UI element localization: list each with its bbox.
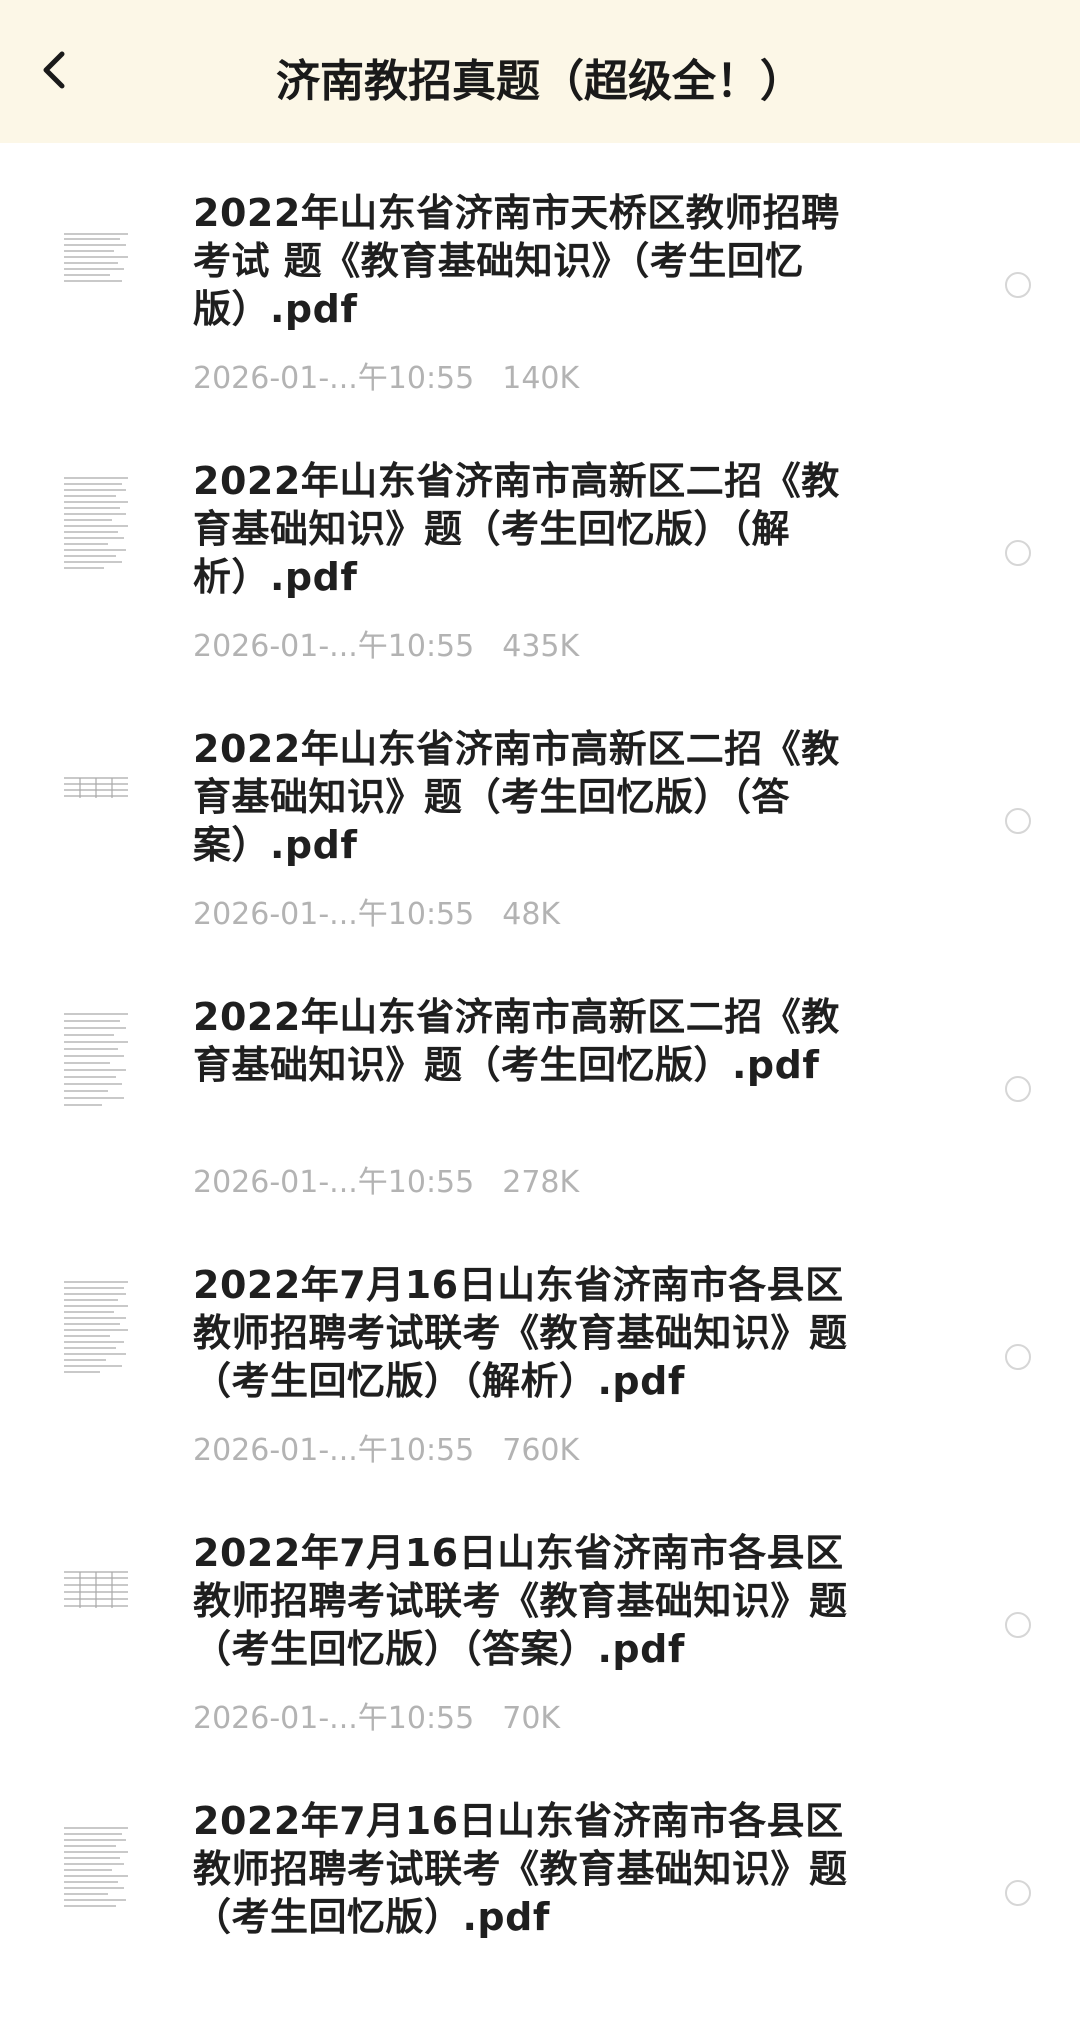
file-date: 2026-01-...午10:55 [193, 897, 475, 932]
file-meta: 2026-01-...午10:55 760K [193, 1433, 579, 1469]
file-size: 760K [502, 1433, 580, 1468]
pdf-thumbnail [60, 473, 132, 573]
file-item[interactable]: 2022年7月16日山东省济南市各县区教师招聘考试联考《教育基础知识》题（考生回… [0, 1751, 1080, 2019]
file-name: 2022年山东省济南市高新区二招《教育基础知识》题（考生回忆版）（答案）.pdf [193, 727, 840, 867]
file-item[interactable]: 2022年山东省济南市高新区二招《教育基础知识》题（考生回忆版）.pdf 202… [0, 947, 1080, 1215]
file-name: 2022年7月16日山东省济南市各县区教师招聘考试联考《教育基础知识》题（考生回… [193, 1531, 848, 1671]
file-meta: 2026-01-...午10:55 48K [193, 897, 560, 933]
file-meta: 2026-01-...午10:55 278K [193, 1165, 579, 1201]
file-item[interactable]: 2022年7月16日山东省济南市各县区教师招聘考试联考《教育基础知识》题（考生回… [0, 1483, 1080, 1751]
page-title: 济南教招真题（超级全！） [276, 56, 804, 107]
file-list: 2022年山东省济南市天桥区教师招聘考试 题《教育基础知识》（考生回忆版）.pd… [0, 143, 1080, 2019]
file-date: 2026-01-...午10:55 [193, 1701, 475, 1736]
pdf-thumbnail [60, 228, 132, 288]
file-name: 2022年7月16日山东省济南市各县区教师招聘考试联考《教育基础知识》题（考生回… [193, 1799, 848, 1939]
file-size: 435K [502, 629, 580, 664]
file-name: 2022年山东省济南市高新区二招《教育基础知识》题（考生回忆版）（解析）.pdf [193, 459, 840, 599]
file-item[interactable]: 2022年山东省济南市天桥区教师招聘考试 题《教育基础知识》（考生回忆版）.pd… [0, 143, 1080, 411]
top-bar: 济南教招真题（超级全！） [0, 0, 1080, 143]
file-meta: 2026-01-...午10:55 435K [193, 629, 579, 665]
file-name: 2022年山东省济南市天桥区教师招聘考试 题《教育基础知识》（考生回忆版）.pd… [193, 191, 840, 331]
pdf-thumbnail [60, 1823, 132, 1923]
chevron-left-icon [43, 51, 65, 89]
select-radio[interactable] [1005, 272, 1031, 298]
file-date: 2026-01-...午10:55 [193, 1165, 475, 1200]
back-button[interactable] [26, 40, 86, 100]
select-radio[interactable] [1005, 540, 1031, 566]
select-radio[interactable] [1005, 1612, 1031, 1638]
file-item[interactable]: 2022年山东省济南市高新区二招《教育基础知识》题（考生回忆版）（答案）.pdf… [0, 679, 1080, 947]
select-radio[interactable] [1005, 1076, 1031, 1102]
file-date: 2026-01-...午10:55 [193, 1433, 475, 1468]
file-size: 48K [502, 897, 561, 932]
file-name: 2022年7月16日山东省济南市各县区教师招聘考试联考《教育基础知识》题（考生回… [193, 1263, 848, 1403]
pdf-thumbnail [60, 774, 132, 802]
select-radio[interactable] [1005, 1880, 1031, 1906]
file-item[interactable]: 2022年7月16日山东省济南市各县区教师招聘考试联考《教育基础知识》题（考生回… [0, 1215, 1080, 1483]
file-date: 2026-01-...午10:55 [193, 361, 475, 396]
file-size: 278K [502, 1165, 580, 1200]
pdf-thumbnail [60, 1009, 132, 1109]
select-radio[interactable] [1005, 1344, 1031, 1370]
select-radio[interactable] [1005, 808, 1031, 834]
pdf-thumbnail [60, 1568, 132, 1613]
file-meta: 2026-01-...午10:55 70K [193, 1701, 560, 1737]
file-size: 70K [502, 1701, 561, 1736]
file-date: 2026-01-...午10:55 [193, 629, 475, 664]
pdf-thumbnail [60, 1277, 132, 1377]
file-size: 140K [502, 361, 580, 396]
file-meta: 2026-01-...午10:55 140K [193, 361, 579, 397]
file-name: 2022年山东省济南市高新区二招《教育基础知识》题（考生回忆版）.pdf [193, 995, 840, 1087]
file-item[interactable]: 2022年山东省济南市高新区二招《教育基础知识》题（考生回忆版）（解析）.pdf… [0, 411, 1080, 679]
